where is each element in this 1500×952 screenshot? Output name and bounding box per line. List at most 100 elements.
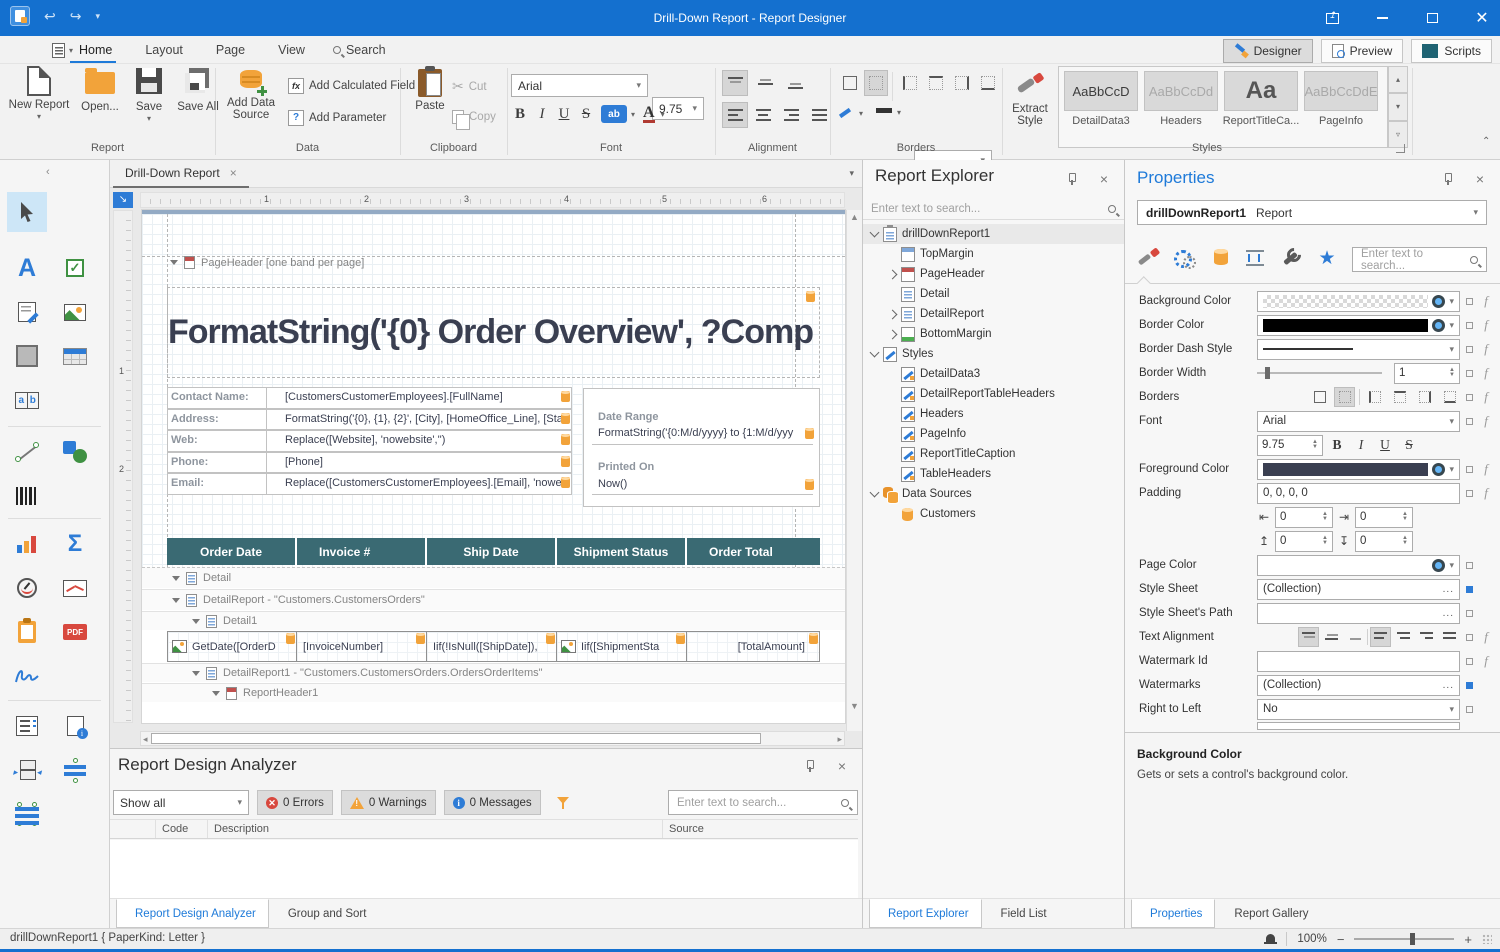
tool-chart[interactable] [7,524,47,564]
tool-cross-band-box[interactable] [7,794,47,834]
date-info-panel[interactable]: Date Range FormatString('{0:M/d/yyyy} to… [583,388,820,507]
tree-item[interactable]: DetailReport [863,304,1124,324]
tree-item[interactable]: PageHeader [863,264,1124,284]
contact-value[interactable]: [CustomersCustomerEmployees].[FullName] [267,387,572,409]
band-collapse-icon[interactable] [192,671,200,676]
zoom-slider[interactable] [1354,938,1454,940]
table-header-cell[interactable]: Shipment Status [557,538,687,565]
add-parameter-button[interactable]: ? Add Parameter [288,110,386,126]
font-size-input[interactable]: 9.75▲▼ [1257,435,1323,456]
font-family-editor[interactable]: Arial▾ [1257,411,1460,432]
pin-icon[interactable] [1064,172,1078,186]
contact-value[interactable]: [Phone] [267,452,572,474]
tree-item[interactable]: Customers [863,504,1124,524]
favorites-category-icon[interactable]: ★ [1315,246,1339,270]
paste-button[interactable]: Paste [406,66,454,112]
style-gallery-item[interactable]: AaBbCcD DetailData3 [1063,71,1139,147]
report-explorer-search-input[interactable]: Enter text to search... [863,198,1124,220]
contact-value[interactable]: Replace([Website], 'nowebsite','') [267,430,572,452]
color-picker-icon[interactable] [1432,463,1445,476]
tool-panel[interactable] [7,336,47,376]
scroll-down-icon[interactable]: ▼ [850,701,859,711]
detail-cell[interactable]: Iif(!IsNull([ShipDate]), [427,631,557,662]
style-gallery-item[interactable]: Aa ReportTitleCa... [1223,71,1299,147]
printed-on-value[interactable]: Now() [598,478,803,490]
padding-bottom-input[interactable]: 0▲▼ [1355,531,1413,552]
resize-grip[interactable] [1482,934,1492,944]
chevron-icon[interactable] [870,228,880,238]
align-top-button[interactable] [722,70,748,96]
ribbon-tab[interactable]: Home [60,36,126,64]
tree-item[interactable]: drillDownReport1 [863,224,1124,244]
color-picker-icon[interactable] [1432,559,1445,572]
watermarks-editor[interactable]: (Collection)... [1257,675,1460,696]
border-width-input[interactable]: 1▲▼ [1394,363,1460,384]
errors-toggle-button[interactable]: ✕0 Errors [257,790,333,815]
tree-item[interactable]: Data Sources [863,484,1124,504]
copy-button[interactable]: Copy [452,110,496,124]
selected-control-combobox[interactable]: drillDownReport1Report▾ [1137,200,1487,225]
contact-label[interactable]: Address: [167,409,267,431]
band-collapse-icon[interactable] [212,691,220,696]
table-header-cell[interactable]: Order Total [687,538,820,565]
contact-label[interactable]: Phone: [167,452,267,474]
tool-page-break[interactable]: ▸◂ [7,750,47,790]
detail-band-caption[interactable]: Detail [142,567,845,588]
tool-page-info[interactable] [55,706,95,746]
scroll-left-icon[interactable]: ◂ [143,734,148,745]
ribbon-tab[interactable]: Layout [126,36,197,64]
layout-category-icon[interactable] [1243,246,1267,270]
save-all-button[interactable]: Save All [170,66,226,113]
tree-item[interactable]: DetailData3 [863,364,1124,384]
tool-label[interactable]: A [7,248,47,288]
borders-bottom-toggle[interactable] [1439,387,1460,407]
text-align-justify-toggle[interactable] [1439,627,1460,647]
contact-value[interactable]: FormatString('{0}, {1}, {2}', [City], [H… [267,409,572,431]
tool-gauge[interactable] [7,568,47,608]
background-color-editor[interactable]: ▾ [1257,291,1460,312]
font-family-combobox[interactable]: Arial▾ [511,74,648,97]
table-header-cell[interactable]: Order Date [167,538,297,565]
chevron-icon[interactable] [870,348,880,358]
document-list-dropdown-icon[interactable]: ▾ [849,168,854,179]
horizontal-scroll-thumb[interactable] [151,733,761,744]
tool-rich-text[interactable] [7,292,47,332]
border-dash-style-editor[interactable]: ▾ [1257,339,1460,360]
column-source[interactable]: Source [669,823,704,835]
tree-item[interactable]: Styles [863,344,1124,364]
gallery-scroll-up-icon[interactable]: ▴ [1388,66,1408,93]
tree-item[interactable]: ReportTitleCaption [863,444,1124,464]
toolbox-collapse-icon[interactable]: ‹ [46,166,50,178]
bold-toggle[interactable]: B [1327,437,1347,453]
text-align-middle-toggle[interactable] [1321,627,1342,647]
column-description[interactable]: Description [214,823,269,835]
color-picker-icon[interactable] [1432,295,1445,308]
misc-category-icon[interactable] [1279,246,1303,270]
minimize-button[interactable] [1370,6,1394,30]
detail-report-band-caption[interactable]: DetailReport - "Customers.CustomersOrder… [142,589,845,610]
padding-input[interactable]: 0, 0, 0, 0 [1257,483,1460,504]
borders-none-toggle[interactable] [1334,387,1355,407]
foreground-color-editor[interactable]: ▾ [1257,459,1460,480]
behavior-category-icon[interactable] [1173,246,1197,270]
analyzer-search-input[interactable]: Enter text to search... [668,790,858,815]
right-to-left-editor[interactable]: No▾ [1257,699,1460,720]
text-align-center-toggle[interactable] [1393,627,1414,647]
border-width-slider[interactable] [1257,372,1382,374]
scroll-right-icon[interactable]: ▸ [837,734,842,745]
panel-tab[interactable]: Report Explorer [869,899,982,928]
chevron-icon[interactable] [888,309,898,319]
border-right-button[interactable] [950,70,974,96]
italic-button[interactable]: I [531,102,553,126]
detail-report1-band-caption[interactable]: DetailReport1 - "Customers.CustomersOrde… [142,663,845,682]
extract-style-button[interactable]: Extract Style [1004,66,1056,127]
align-right-button[interactable] [778,102,804,128]
tree-item[interactable]: DetailReportTableHeaders [863,384,1124,404]
tool-pdf-content[interactable]: PDF [55,612,95,652]
tool-checkbox[interactable]: ✓ [55,248,95,288]
align-center-button[interactable] [750,102,776,128]
save-button[interactable]: Save▾ [126,66,172,123]
border-bottom-button[interactable] [976,70,1000,96]
panel-tab[interactable]: Field List [982,899,1060,928]
contact-label[interactable]: Email: [167,473,267,495]
